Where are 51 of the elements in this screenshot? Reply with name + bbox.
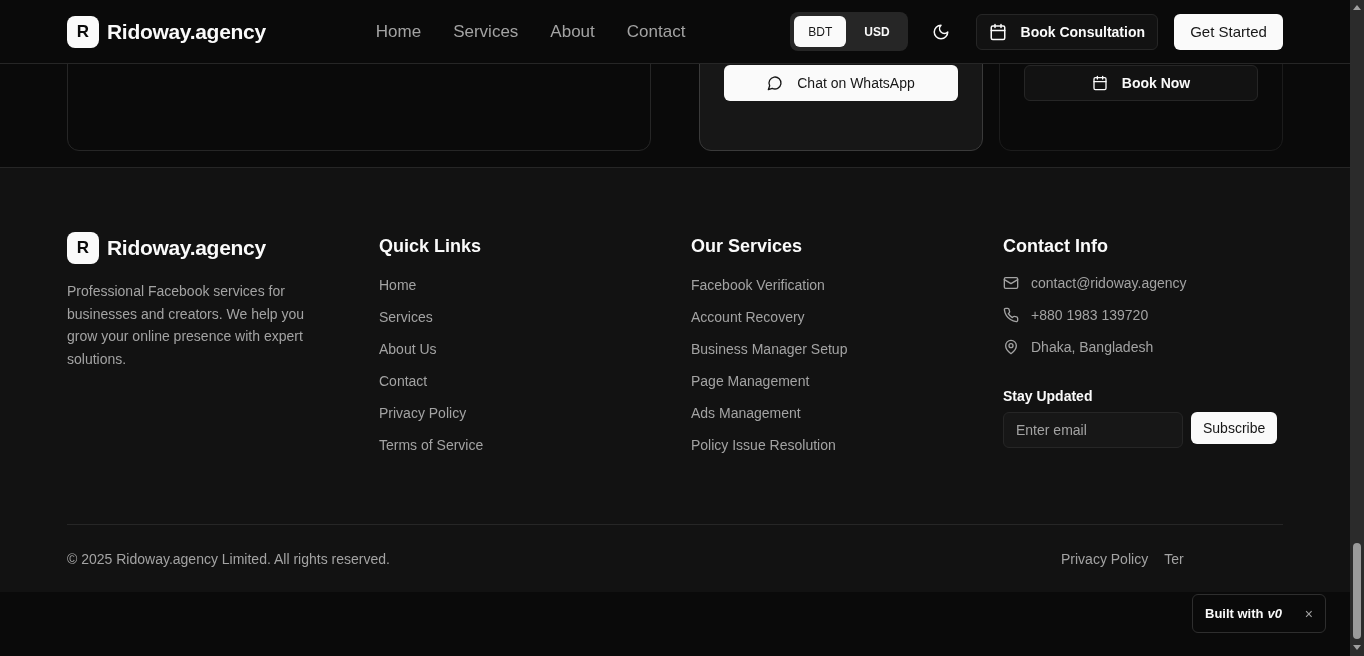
built-with-badge[interactable]: Built with v0 ×: [1192, 594, 1326, 633]
footer-link[interactable]: Ter: [1164, 548, 1184, 570]
subscribe-button[interactable]: Subscribe: [1191, 412, 1278, 444]
calendar-icon: [988, 22, 1007, 41]
v0-logo: v0: [1267, 606, 1282, 621]
currency-option[interactable]: BDT: [794, 16, 847, 47]
book-consultation-button[interactable]: Book Consultation: [975, 13, 1158, 50]
company-description: Professional Facebook services for businesses and creators. We help you grow your online presence with expert solutions.: [67, 282, 306, 370]
contact-detail: +880 1983 139720: [1031, 306, 1149, 325]
mail-icon: [1003, 275, 1019, 291]
footer-link[interactable]: About Us: [379, 338, 659, 360]
nav-link[interactable]: Services: [453, 21, 519, 42]
close-button[interactable]: ×: [1304, 605, 1313, 622]
moon-icon[interactable]: [931, 22, 950, 41]
footer-link[interactable]: Services: [379, 306, 659, 328]
nav-link[interactable]: Home: [375, 21, 422, 42]
footer-link[interactable]: Facebook Verification: [691, 274, 971, 296]
logo-mark[interactable]: R: [67, 232, 99, 264]
copyright-text: © 2025 Ridoway.agency Limited. All rights reserved.: [67, 551, 390, 567]
brand-name[interactable]: Ridoway.agency: [107, 236, 266, 260]
email-field[interactable]: Enter email: [1003, 412, 1183, 448]
book-now-button[interactable]: Book Now: [1024, 65, 1258, 101]
badge-text: Built with: [1205, 606, 1264, 621]
chat-bubble-icon: [767, 75, 784, 91]
whatsapp-button[interactable]: Chat on WhatsApp: [724, 65, 958, 101]
phone-icon: [1003, 307, 1019, 323]
contact-detail: contact@ridoway.agency: [1031, 274, 1187, 293]
footer-link[interactable]: Policy Issue Resolution: [691, 434, 971, 456]
column-heading: Contact Info: [1003, 235, 1109, 258]
footer-link[interactable]: Ads Management: [691, 402, 971, 424]
nav-link[interactable]: Contact: [626, 21, 686, 42]
footer-link[interactable]: Privacy Policy: [379, 402, 659, 424]
column-heading: Quick Links: [379, 235, 483, 258]
get-started-button[interactable]: Get Started: [1174, 13, 1283, 50]
footer-link[interactable]: Contact: [379, 370, 659, 392]
newsletter-heading: Stay Updated: [1003, 388, 1094, 404]
column-heading: Our Services: [691, 235, 804, 258]
nav-link[interactable]: About: [550, 21, 595, 42]
footer-link[interactable]: Terms of Service: [379, 434, 659, 456]
contact-detail: Dhaka, Bangladesh: [1031, 338, 1154, 357]
scrollbar[interactable]: [1350, 0, 1364, 656]
footer-link[interactable]: Home: [379, 274, 659, 296]
footer-link[interactable]: Account Recovery: [691, 306, 971, 328]
brand-name[interactable]: Ridoway.agency: [107, 19, 266, 44]
footer-link[interactable]: Privacy Policy: [1061, 548, 1149, 570]
footer-link[interactable]: Page Management: [691, 370, 971, 392]
calendar-icon: [1091, 75, 1108, 91]
logo-mark[interactable]: R: [67, 15, 99, 48]
currency-option[interactable]: USD: [850, 16, 904, 47]
map-pin-icon: [1003, 339, 1019, 355]
footer-link[interactable]: Business Manager Setup: [691, 338, 971, 360]
